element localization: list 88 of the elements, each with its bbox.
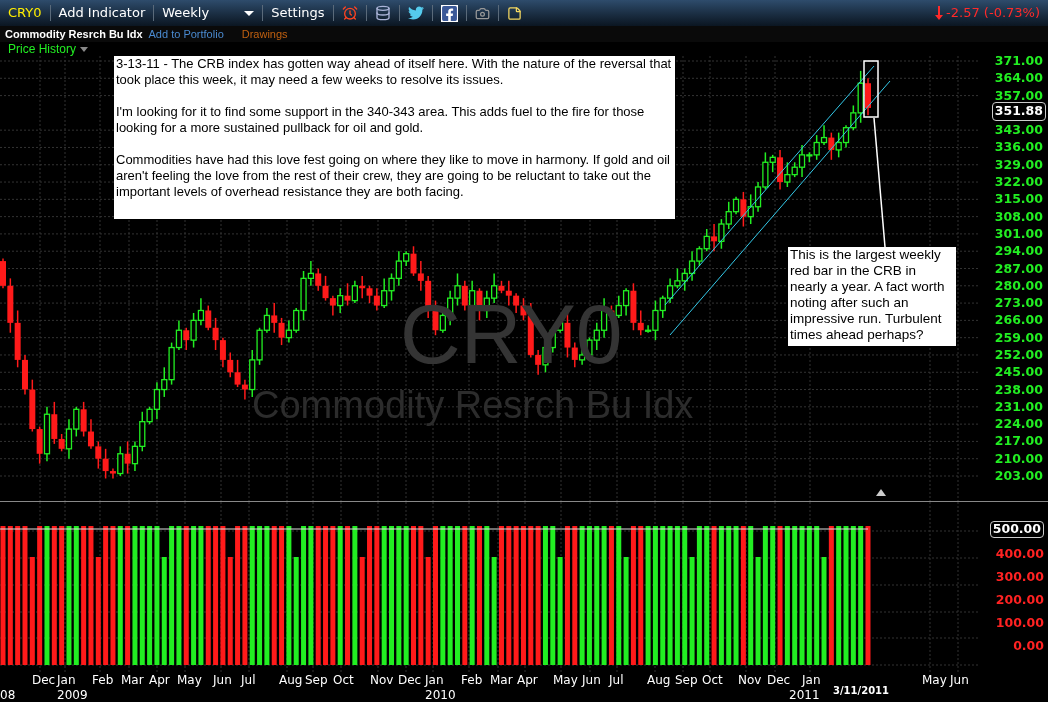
price-axis-label: 315.00 [994,193,1043,206]
volume-axis-label: 200.00 [995,594,1044,607]
month-label: Nov [370,674,394,686]
price-axis-label: 364.00 [994,72,1043,85]
year-label: 2009 [57,689,88,701]
volume-axis-label: 400.00 [995,548,1044,561]
price-axis-label: 245.00 [994,366,1043,379]
month-label: Oct [333,674,354,686]
highlight-frame [863,60,879,118]
month-label: May [553,674,578,686]
month-label: Dec [398,674,422,686]
price-axis-label: 203.00 [994,470,1043,483]
note-paragraph: I'm looking for it to find some support in the 340-343 area. This adds fuel to the fire for those looking for a more sustained pullback for oil and gold. [116,104,646,136]
price-axis-label: 357.00 [994,89,1043,103]
year-label: 2010 [425,689,456,701]
price-axis-label: 294.00 [994,245,1043,258]
price-axis-label: 287.00 [994,262,1043,275]
month-label: Feb [461,674,483,686]
price-axis-label: 252.00 [994,348,1043,362]
price-axis-label: 343.00 [994,124,1043,137]
f-square-icon[interactable] [440,4,458,22]
interval-dropdown[interactable]: Weekly [162,3,255,23]
month-label: May [177,674,202,686]
current-date-label: 3/11/2011 [833,686,889,696]
month-label: Apr [149,674,170,686]
price-axis-label: 210.00 [994,452,1043,466]
camera-icon[interactable] [474,5,490,21]
bird-icon[interactable] [407,5,424,21]
month-label: Jun [950,674,969,686]
alarm-clock-icon[interactable] [341,5,358,21]
price-axis-label: 217.00 [994,435,1043,448]
month-label: Jan [425,674,444,686]
price-axis-label: 308.00 [994,210,1043,224]
add-indicator-button[interactable]: Add Indicator [58,3,146,23]
month-label: Dec [767,674,791,686]
volume-max-label: 500.00 [989,521,1044,538]
month-label: Sep [675,674,698,686]
month-label: Feb [92,674,114,686]
price-axis-label: 273.00 [994,297,1043,310]
volume-axis-label: 0.00 [1013,640,1044,653]
month-label: Jun [213,674,232,686]
instrument-name: Commodity Resrch Bu Idx [5,26,143,42]
caret-icon [244,10,255,16]
price-axis-label: 322.00 [994,176,1043,189]
year-label: 2011 [789,689,820,701]
current-price-label: 351.88 [991,102,1046,121]
volume-axis-label: 100.00 [995,617,1044,630]
month-label: Mar [121,674,144,686]
month-label: Aug [279,674,303,686]
note-icon[interactable] [506,5,522,21]
month-label: Jul [609,674,624,686]
database-icon[interactable] [374,5,391,21]
month-label: Oct [702,674,723,686]
month-label: Sep [305,674,328,686]
month-label: Apr [517,674,538,686]
triangle-marker-icon [876,489,886,496]
down-arrow-icon [934,6,945,20]
note-paragraph: Commodities have had this love fest going on where they like to move in harmony. If gold and oil aren't feeling the love from the rest of their crew, they are going to be reluctant to take out the important levels of overhead resistance they are both facing. [116,152,671,200]
year-label: 08 [0,689,16,701]
month-label: Jan [57,674,76,686]
month-label: Aug [647,674,671,686]
symbol-label: CRY0 [8,4,42,23]
month-label: May [922,674,947,686]
price-change: -2.57 (-0.73%) [946,4,1040,23]
settings-button[interactable]: Settings [271,3,325,23]
note-paragraph: 3-13-11 - The CRB index has gotten way ahead of itself here. With the nature of the reversal that took place this week, it may need a few weeks to resolve its issues. [116,56,673,88]
month-label: Jul [241,674,256,686]
price-axis-label: 329.00 [994,158,1043,172]
month-label: Jan [802,674,821,686]
price-axis-label: 280.00 [994,279,1043,293]
month-label: Mar [490,674,513,686]
price-axis-label: 224.00 [994,418,1043,431]
volume-axis-label: 300.00 [995,571,1044,584]
month-label: Jun [582,674,601,686]
month-label: Nov [738,674,762,686]
price-axis-label: 238.00 [994,383,1043,397]
drawings-link[interactable]: Drawings [241,25,288,43]
price-axis-label: 301.00 [994,227,1043,241]
caret-icon [80,46,88,52]
price-axis-label: 371.00 [994,55,1043,68]
price-axis-label: 336.00 [994,141,1043,154]
price-history-dropdown[interactable]: Price History [8,40,88,58]
price-axis-label: 231.00 [994,400,1043,414]
add-to-portfolio-link[interactable]: Add to Portfolio [148,25,224,43]
note-paragraph: This is the largest weekly red bar in the CRB in nearly a year. A fact worth noting after such an impressive run. Turbulent times ahead perhaps? [790,247,946,343]
price-axis-label: 266.00 [994,314,1043,327]
price-axis-label: 259.00 [994,331,1043,345]
month-label: Dec [32,674,56,686]
